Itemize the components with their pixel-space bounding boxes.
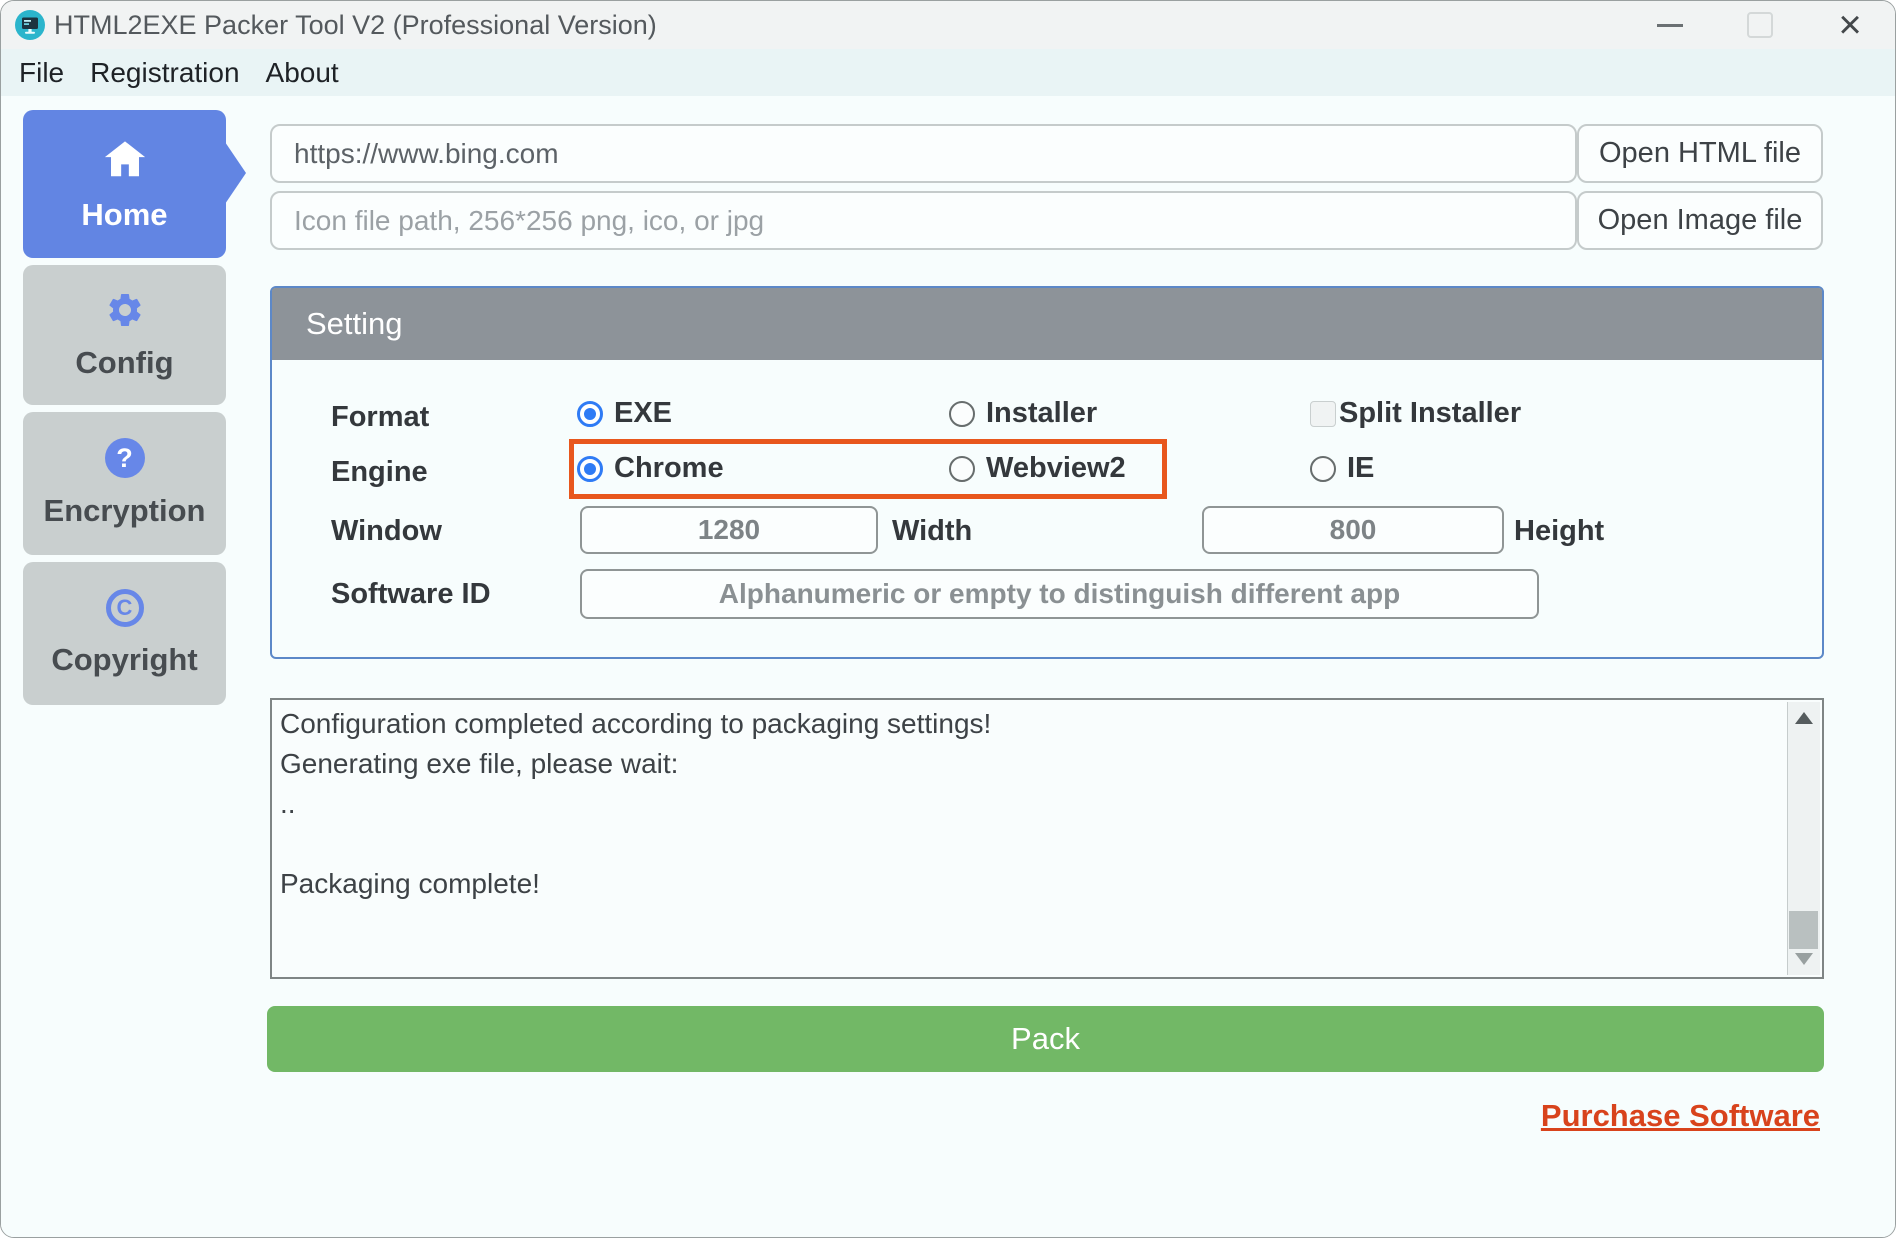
log-line: Configuration completed according to pac… (280, 704, 1778, 744)
height-suffix-label: Height (1514, 515, 1604, 548)
software-id-input[interactable] (580, 569, 1539, 619)
format-option-installer[interactable]: Installer (949, 397, 1097, 430)
width-suffix-label: Width (892, 515, 972, 548)
menu-registration[interactable]: Registration (90, 57, 239, 89)
scroll-down-icon[interactable] (1795, 953, 1813, 965)
question-circle-icon: ? (105, 438, 145, 478)
minimize-icon (1657, 24, 1683, 27)
open-html-file-button[interactable]: Open HTML file (1577, 124, 1823, 183)
sidebar-item-copyright[interactable]: C Copyright (23, 562, 226, 705)
window-height-input[interactable] (1202, 506, 1504, 554)
window-controls: × (1625, 1, 1895, 49)
icon-path-input[interactable] (270, 191, 1577, 250)
format-option-label: Installer (986, 397, 1097, 430)
sidebar-item-label: Config (75, 345, 173, 381)
checkbox-split-installer[interactable] (1310, 401, 1336, 427)
setting-panel: Setting Format EXE Installer Split Insta… (270, 286, 1824, 659)
gear-icon (105, 290, 145, 330)
home-icon (102, 136, 148, 182)
maximize-icon (1747, 12, 1773, 38)
minimize-button[interactable] (1625, 1, 1715, 49)
engine-option-label: Chrome (614, 452, 724, 485)
window-label: Window (331, 515, 442, 548)
radio-installer[interactable] (949, 401, 975, 427)
menu-about[interactable]: About (266, 57, 339, 89)
open-image-file-button[interactable]: Open Image file (1577, 191, 1823, 250)
sidebar-item-label: Home (81, 197, 167, 233)
log-line (280, 824, 1778, 864)
log-line: Generating exe file, please wait: (280, 744, 1778, 784)
title-bar: HTML2EXE Packer Tool V2 (Professional Ve… (1, 1, 1895, 49)
log-line: Packaging complete! (280, 864, 1778, 904)
radio-webview2[interactable] (949, 456, 975, 482)
close-icon: × (1838, 5, 1861, 45)
format-option-exe[interactable]: EXE (577, 397, 672, 430)
setting-panel-header: Setting (272, 288, 1822, 360)
window-width-input[interactable] (580, 506, 878, 554)
maximize-button[interactable] (1715, 1, 1805, 49)
engine-option-label: IE (1347, 452, 1374, 485)
radio-chrome[interactable] (577, 456, 603, 482)
log-scrollbar[interactable] (1787, 702, 1820, 975)
engine-option-label: Webview2 (986, 452, 1126, 485)
format-option-label: Split Installer (1339, 397, 1521, 430)
window-title: HTML2EXE Packer Tool V2 (Professional Ve… (54, 10, 657, 41)
log-line: .. (280, 784, 1778, 824)
pack-button[interactable]: Pack (267, 1006, 1824, 1072)
sidebar-item-home[interactable]: Home (23, 110, 226, 258)
engine-label: Engine (331, 456, 428, 489)
close-button[interactable]: × (1805, 1, 1895, 49)
radio-exe[interactable] (577, 401, 603, 427)
software-id-label: Software ID (331, 578, 491, 611)
sidebar-item-config[interactable]: Config (23, 265, 226, 405)
active-tab-arrow-icon (225, 142, 246, 204)
app-window: HTML2EXE Packer Tool V2 (Professional Ve… (0, 0, 1896, 1238)
scroll-up-icon[interactable] (1795, 712, 1813, 724)
format-label: Format (331, 401, 429, 434)
radio-ie[interactable] (1310, 456, 1336, 482)
sidebar-item-label: Copyright (51, 642, 197, 678)
scrollbar-thumb[interactable] (1789, 911, 1818, 949)
purchase-software-link[interactable]: Purchase Software (1541, 1098, 1820, 1134)
setting-panel-title: Setting (306, 306, 403, 342)
copyright-icon: C (106, 589, 144, 627)
main-content: Home Config ? Encryption C Copyright Ope… (1, 96, 1895, 1237)
engine-option-webview2[interactable]: Webview2 (949, 452, 1126, 485)
sidebar-item-label: Encryption (44, 493, 206, 529)
log-output[interactable]: Configuration completed according to pac… (270, 698, 1824, 979)
engine-option-ie[interactable]: IE (1310, 452, 1374, 485)
app-logo-icon (14, 9, 46, 41)
format-option-label: EXE (614, 397, 672, 430)
url-input[interactable] (270, 124, 1577, 183)
log-lines: Configuration completed according to pac… (280, 704, 1778, 904)
menu-bar: File Registration About (1, 49, 1895, 96)
menu-file[interactable]: File (19, 57, 64, 89)
sidebar-item-encryption[interactable]: ? Encryption (23, 412, 226, 555)
format-option-split-installer[interactable]: Split Installer (1310, 397, 1521, 430)
engine-option-chrome[interactable]: Chrome (577, 452, 724, 485)
